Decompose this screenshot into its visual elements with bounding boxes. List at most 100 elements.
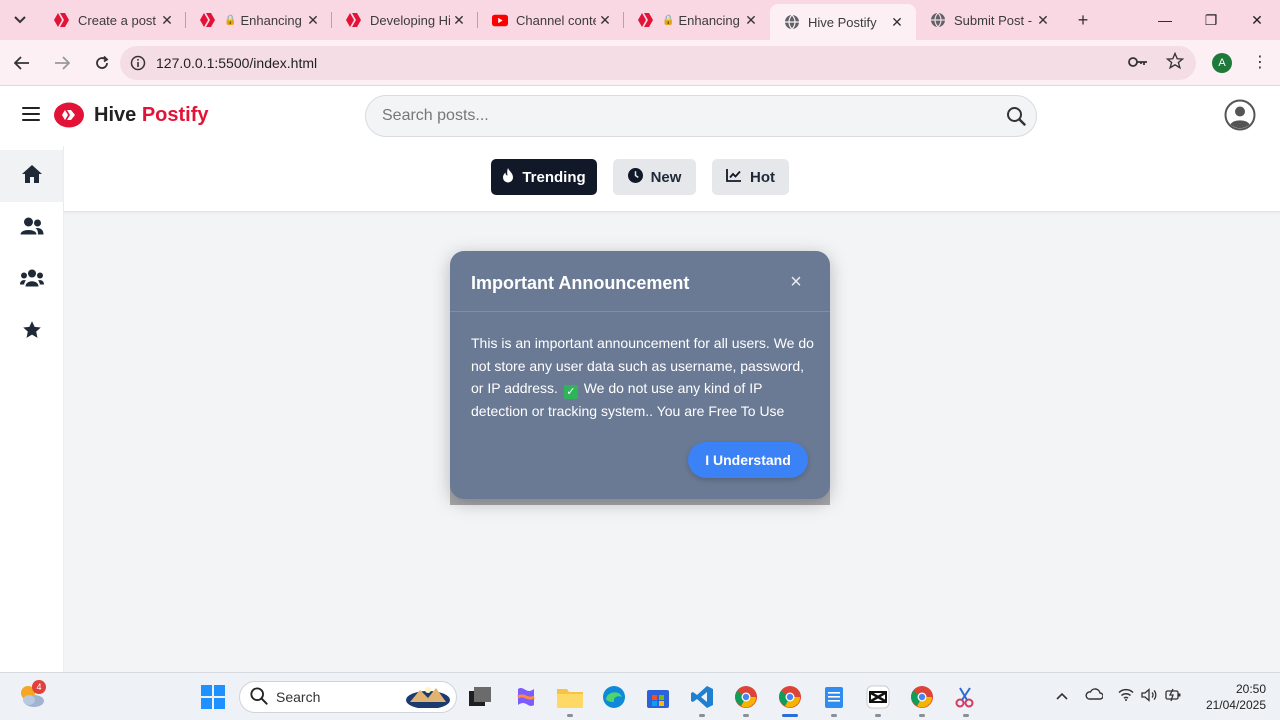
tab-title: Developing Hi [370,12,450,28]
star-icon [22,320,42,345]
tab-search-chevron-icon[interactable] [0,0,40,40]
site-info-icon[interactable] [120,55,156,71]
clock-time: 20:50 [1235,682,1266,696]
forward-arrow-icon[interactable] [44,45,80,81]
users-icon [20,217,44,240]
tab-close-icon[interactable]: ✕ [158,12,176,29]
trending-label: Trending [522,168,586,186]
youtube-icon [492,12,508,28]
reload-icon[interactable] [84,45,120,81]
tab-title: Channel conte [516,12,596,28]
restore-icon[interactable]: ❐ [1188,0,1234,40]
lock-icon: 🔒 [662,14,675,26]
taskbar-indicator [919,714,925,717]
app-header: Hive Postify [0,86,1280,146]
edge-icon[interactable] [600,683,628,711]
tab-close-icon[interactable]: ✕ [1034,12,1052,29]
sidebar-item-users[interactable] [0,202,64,254]
globe-icon [930,12,946,28]
new-label: New [650,168,682,186]
back-arrow-icon[interactable] [4,45,40,81]
hamburger-menu-icon[interactable] [22,107,40,125]
hive-icon [54,12,70,28]
hive-logo-icon [54,102,84,128]
brand-name[interactable]: Hive Postify [94,104,209,127]
vscode-icon[interactable] [688,683,716,711]
snipping-tool-icon[interactable] [952,683,980,711]
browser-tab-strip: Create a post ✕ 🔒 Enhancing ✕ Developing… [0,0,1280,40]
battery-charging-icon[interactable] [1165,688,1183,705]
sidebar-item-home[interactable] [0,150,64,202]
user-account-icon[interactable] [1224,99,1256,136]
tab-close-icon[interactable]: ✕ [888,14,906,31]
tab-title: Enhancing [678,12,740,28]
sidebar-item-groups[interactable] [0,254,64,306]
hive-icon [200,12,216,28]
bookmark-star-icon[interactable] [1165,51,1185,74]
taskbar-indicator [831,714,837,717]
search-icon[interactable] [1006,106,1026,131]
windows-start-icon[interactable] [199,683,227,711]
onedrive-cloud-icon[interactable] [1085,688,1104,703]
sidebar [0,146,64,672]
tab-close-icon[interactable]: ✕ [304,12,322,29]
browser-menu-icon[interactable]: ⋮ [1252,52,1268,72]
copilot-icon[interactable] [512,683,540,711]
address-bar[interactable]: 127.0.0.1:5500/index.html [120,46,1196,80]
sidebar-item-favorites[interactable] [0,306,64,358]
hot-button[interactable]: Hot [712,159,789,195]
clock-date: 21/04/2025 [1205,698,1266,712]
taskbar-clock[interactable]: 20:50 21/04/2025 [1196,681,1266,713]
browser-tab[interactable]: 🔒 Enhancing ✕ [624,0,770,40]
check-mark-icon: ✓ [563,385,578,399]
microsoft-store-icon[interactable] [644,683,672,711]
fire-icon [502,167,514,187]
modal-close-icon[interactable]: × [786,271,806,293]
group-icon [20,269,44,292]
taskbar-search-icon [250,686,268,708]
volume-icon[interactable] [1141,688,1158,705]
taskbar-indicator [963,714,969,717]
search-box [365,95,1037,137]
hive-icon [346,12,362,28]
notepad-icon[interactable] [820,683,848,711]
tab-close-icon[interactable]: ✕ [596,12,614,29]
tab-close-icon[interactable]: ✕ [450,12,468,29]
taskbar-indicator [875,714,881,717]
file-explorer-icon[interactable] [556,683,584,711]
wifi-icon[interactable] [1118,688,1134,704]
url-text: 127.0.0.1:5500/index.html [156,55,318,71]
hot-label: Hot [750,168,775,186]
password-key-icon[interactable] [1128,55,1148,72]
tray-chevron-up-icon[interactable] [1056,688,1068,703]
task-view-icon[interactable] [466,683,494,711]
chrome-profile-icon[interactable] [776,683,804,711]
taskbar-indicator [699,714,705,717]
browser-tab[interactable]: Create a post ✕ [40,0,186,40]
browser-tab[interactable]: Channel conte ✕ [478,0,624,40]
home-icon [21,164,43,189]
taskbar-search[interactable]: Search [239,681,457,713]
chart-line-icon [726,168,742,186]
browser-tab[interactable]: Submit Post - ✕ [916,0,1062,40]
understand-button[interactable]: I Understand [688,442,808,478]
tab-title: Create a post [78,12,157,28]
browser-toolbar: 127.0.0.1:5500/index.html A ⋮ [0,40,1280,86]
browser-tab-active[interactable]: Hive Postify ✕ [770,4,916,40]
tab-close-icon[interactable]: ✕ [742,12,760,29]
browser-tab[interactable]: Developing Hi ✕ [332,0,478,40]
chrome-secondary-icon[interactable] [908,683,936,711]
browser-profile-avatar[interactable]: A [1212,53,1232,73]
new-button[interactable]: New [613,159,696,195]
close-window-icon[interactable]: ✕ [1234,0,1280,40]
capcut-icon[interactable] [864,683,892,711]
chrome-icon[interactable] [732,683,760,711]
hive-icon [638,12,654,28]
windows-taskbar: 4 Search 20:50 21/04/2025 [0,672,1280,720]
announcement-modal: Important Announcement × This is an impo… [450,251,830,499]
new-tab-plus-icon[interactable]: + [1068,10,1098,31]
minimize-icon[interactable]: — [1142,0,1188,40]
trending-button[interactable]: Trending [491,159,597,195]
browser-tab[interactable]: 🔒 Enhancing ✕ [186,0,332,40]
search-input[interactable] [382,105,982,127]
